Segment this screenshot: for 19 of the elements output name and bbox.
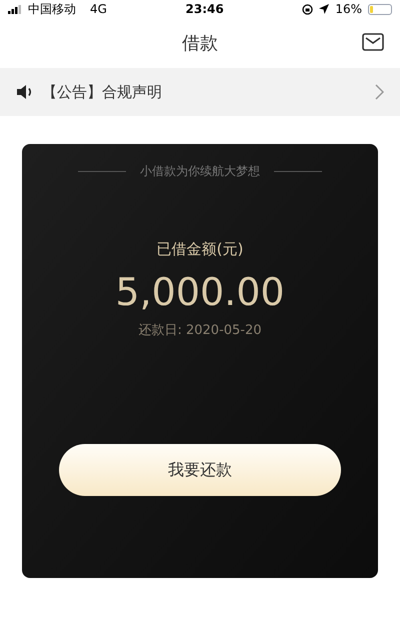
amount-label: 已借金额(元) xyxy=(156,239,244,260)
location-arrow-icon xyxy=(319,4,330,14)
signal-icon xyxy=(8,4,22,14)
battery-percent: 16% xyxy=(335,1,362,18)
notice-text: 【公告】合规声明 xyxy=(42,82,163,103)
chevron-right-icon xyxy=(375,84,384,100)
due-date: 还款日: 2020-05-20 xyxy=(138,322,262,340)
speaker-icon xyxy=(16,84,34,100)
rotation-lock-icon xyxy=(302,4,314,14)
mail-icon[interactable] xyxy=(362,33,384,51)
repay-button[interactable]: 我要还款 xyxy=(59,444,341,496)
card-slogan: 小借款为你续航大梦想 xyxy=(140,163,260,180)
network-type: 4G xyxy=(90,1,107,18)
battery-icon xyxy=(368,4,392,14)
loan-amount: 5,000.00 xyxy=(115,272,285,310)
clock-time: 23:46 xyxy=(186,1,224,18)
carrier-name: 中国移动 xyxy=(28,1,76,18)
notice-bar[interactable]: 【公告】合规声明 xyxy=(0,68,400,116)
page-title: 借款 xyxy=(182,32,218,56)
